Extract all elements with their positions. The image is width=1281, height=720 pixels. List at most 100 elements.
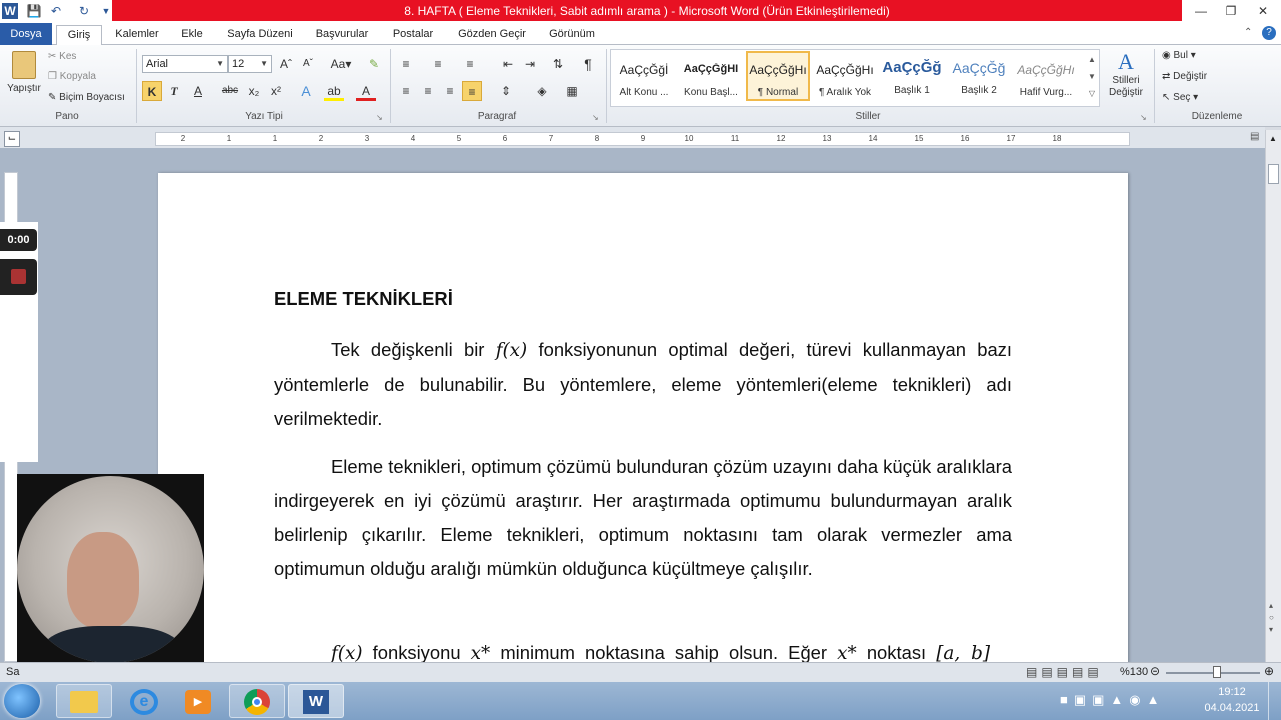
ie-taskbar-button[interactable]: e — [116, 684, 172, 718]
shading-icon[interactable]: ◈ — [532, 81, 552, 101]
subscript-button[interactable]: x₂ — [244, 81, 264, 101]
close-button[interactable]: ✕ — [1248, 2, 1278, 20]
zoom-out-icon[interactable]: ⊝ — [1150, 664, 1160, 678]
show-formatting-icon[interactable]: ¶ — [578, 54, 598, 74]
style-subtle-emphasis[interactable]: AaÇçĞğHı Hafif Vurg... — [1014, 51, 1078, 101]
minimize-ribbon-icon[interactable]: ⌃ — [1244, 27, 1252, 38]
explorer-taskbar-button[interactable] — [56, 684, 112, 718]
clock-date[interactable]: 04.04.2021 — [1200, 702, 1264, 714]
clear-formatting-icon[interactable]: ✎ — [364, 54, 384, 74]
numbering-icon[interactable]: ≡ — [428, 54, 448, 74]
style-normal[interactable]: AaÇçĞğHı ¶ Normal — [746, 51, 810, 101]
text-effects-icon[interactable]: A — [296, 81, 316, 101]
tab-review[interactable]: Gözden Geçir — [452, 25, 532, 45]
word-taskbar-button[interactable]: W — [288, 684, 344, 718]
zoom-level[interactable]: %130 — [1120, 666, 1148, 678]
style-no-spacing[interactable]: AaÇçĞğHı ¶ Aralık Yok — [813, 51, 877, 101]
style-preview: AaÇçĞğHı — [749, 63, 807, 77]
zoom-in-icon[interactable]: ⊕ — [1264, 664, 1274, 678]
select-button[interactable]: ↖ Seç ▾ — [1162, 92, 1198, 103]
sort-icon[interactable]: ⇅ — [548, 54, 568, 74]
bold-button[interactable]: K — [142, 81, 162, 101]
title-bar: W 💾 ↶ ↻ ▼ 8. HAFTA ( Eleme Teknikleri, S… — [0, 0, 1281, 23]
tab-file[interactable]: Dosya — [0, 23, 52, 45]
show-desktop-button[interactable] — [1268, 682, 1281, 720]
minimize-button[interactable]: — — [1186, 2, 1216, 20]
help-icon[interactable]: ? — [1262, 26, 1276, 40]
clock-time[interactable]: 19:12 — [1206, 686, 1258, 698]
tab-insert[interactable]: Ekle — [172, 25, 212, 45]
ruler-number: 18 — [1052, 134, 1062, 143]
document-page[interactable]: ELEME TEKNİKLERİ Tek değişkenli bir f(x)… — [158, 173, 1128, 673]
style-subtitle[interactable]: AaÇçĞğİ Alt Konu ... — [612, 51, 676, 101]
dialog-launcher-icon[interactable]: ↘ — [1140, 113, 1147, 122]
align-left-icon[interactable]: ≡ — [396, 81, 416, 101]
media-player-taskbar-button[interactable]: ▶ — [170, 684, 226, 718]
start-button[interactable] — [4, 684, 40, 718]
line-spacing-icon[interactable]: ⇕ — [496, 81, 516, 101]
change-styles-button[interactable]: A Stilleri Değiştir — [1102, 49, 1150, 109]
increase-indent-icon[interactable]: ⇥ — [520, 54, 540, 74]
font-name-combo[interactable]: Arial ▼ — [142, 55, 228, 73]
italic-button[interactable]: T — [164, 81, 184, 101]
style-heading-2[interactable]: AaÇçĞğ Başlık 2 — [947, 51, 1011, 101]
status-page-info[interactable]: Sa — [6, 666, 19, 678]
vertical-scrollbar[interactable]: ▲ ▴ ○ ▾ — [1265, 130, 1281, 662]
bullets-icon[interactable]: ≡ — [396, 54, 416, 74]
copy-label: Kopyala — [59, 71, 96, 82]
maximize-button[interactable]: ❐ — [1216, 2, 1246, 20]
system-tray-icons[interactable]: ■▣▣▲◉▲ — [1060, 692, 1166, 708]
underline-button[interactable]: A — [188, 81, 208, 101]
borders-icon[interactable]: ▦ — [562, 81, 582, 101]
cut-button[interactable]: ✂ Kes — [48, 51, 76, 62]
scroll-up-icon[interactable]: ▲ — [1269, 134, 1277, 143]
justify-icon[interactable]: ≡ — [462, 81, 482, 101]
tab-references[interactable]: Başvurular — [308, 25, 376, 45]
redo-icon[interactable]: ↻ — [76, 3, 92, 19]
scroll-thumb[interactable] — [1268, 164, 1279, 184]
align-center-icon[interactable]: ≡ — [418, 81, 438, 101]
decrease-indent-icon[interactable]: ⇤ — [498, 54, 518, 74]
stop-recording-button[interactable] — [0, 259, 37, 295]
grow-font-icon[interactable]: Aˆ — [276, 54, 296, 74]
dialog-launcher-icon[interactable]: ↘ — [376, 113, 383, 122]
zoom-thumb[interactable] — [1213, 666, 1221, 678]
tab-mailings[interactable]: Postalar — [386, 25, 440, 45]
strikethrough-button[interactable]: abc — [220, 81, 240, 101]
style-title[interactable]: AaÇçĞğHI Konu Başl... — [679, 51, 743, 101]
chevron-down-icon: ▼ — [216, 59, 224, 68]
tab-page-layout[interactable]: Sayfa Düzeni — [222, 25, 298, 45]
paste-button[interactable]: Yapıştır — [6, 49, 42, 103]
tab-view[interactable]: Görünüm — [542, 25, 602, 45]
style-heading-1[interactable]: AaÇçĞğ Başlık 1 — [880, 51, 944, 101]
highlight-color-icon[interactable]: ab — [324, 81, 344, 101]
multilevel-list-icon[interactable]: ≡ — [460, 54, 480, 74]
change-case-icon[interactable]: Aa▾ — [328, 54, 354, 74]
copy-button[interactable]: ❐ Kopyala — [48, 71, 96, 82]
ruler-number: 14 — [868, 134, 878, 143]
replace-button[interactable]: ⇄ Değiştir — [1162, 71, 1207, 82]
undo-icon[interactable]: ↶ — [48, 3, 64, 19]
browse-buttons[interactable]: ▴ ○ ▾ — [1269, 600, 1274, 636]
superscript-button[interactable]: x² — [266, 81, 286, 101]
shrink-font-icon[interactable]: Aˇ — [298, 54, 318, 74]
find-button[interactable]: ◉ Bul ▾ — [1162, 50, 1196, 61]
ruler-number: 1 — [226, 134, 232, 143]
horizontal-ruler[interactable]: 2 1 1 2 3 4 5 6 7 8 9 10 11 12 13 14 15 16 17 18 — [155, 132, 1130, 146]
style-preview: AaÇçĞğHı — [816, 63, 874, 77]
tab-selector[interactable]: ⌙ — [4, 131, 20, 147]
format-painter-button[interactable]: ✎ Biçim Boyacısı — [48, 92, 125, 103]
view-ruler-icon[interactable]: ▤ — [1250, 131, 1262, 145]
font-size-combo[interactable]: 12 ▼ — [228, 55, 272, 73]
style-preview: AaÇçĞğ — [882, 59, 942, 76]
word-app-icon[interactable]: W — [2, 3, 18, 19]
chrome-taskbar-button[interactable] — [229, 684, 285, 718]
align-right-icon[interactable]: ≡ — [440, 81, 460, 101]
styles-scroll[interactable]: ▲ ▼ ▽ — [1086, 51, 1098, 105]
tab-home[interactable]: Giriş — [56, 25, 102, 45]
view-buttons[interactable]: ▤▤▤▤▤ — [1026, 665, 1103, 679]
font-color-icon[interactable]: A — [356, 81, 376, 101]
tab-pens[interactable]: Kalemler — [110, 25, 164, 45]
save-icon[interactable]: 💾 — [26, 3, 42, 19]
dialog-launcher-icon[interactable]: ↘ — [592, 113, 599, 122]
